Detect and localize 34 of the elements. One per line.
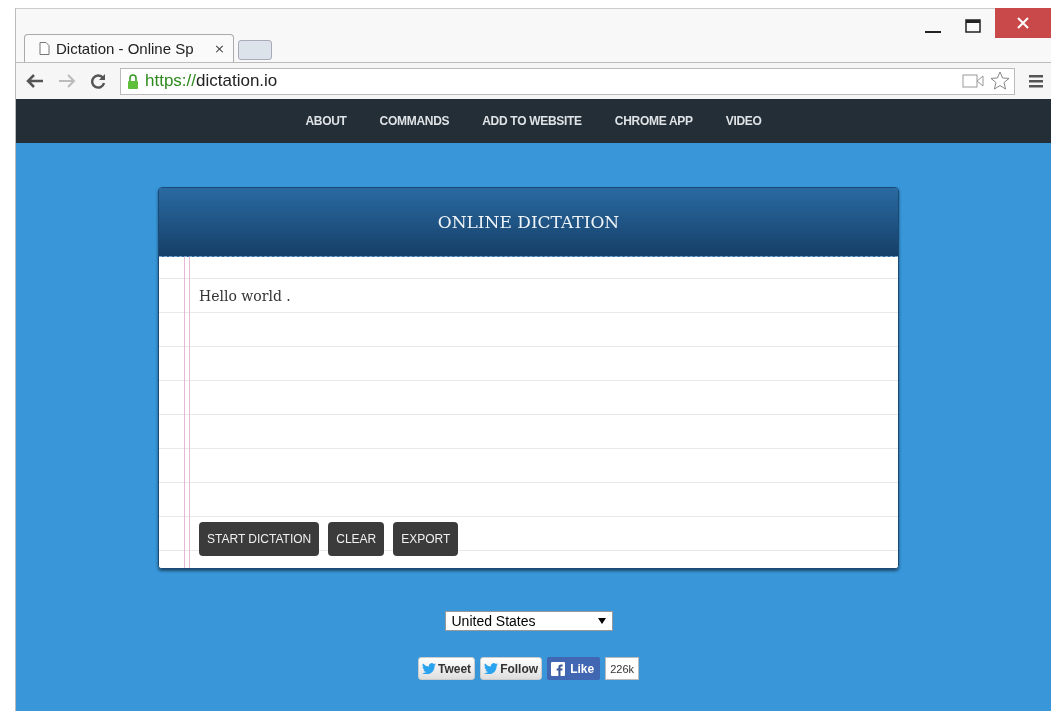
- tab-title: Dictation - Online Sp: [56, 40, 195, 57]
- language-select[interactable]: United States: [444, 611, 613, 631]
- url-text: https://dictation.io: [145, 71, 278, 91]
- facebook-icon: [551, 661, 566, 676]
- close-button[interactable]: [995, 8, 1051, 38]
- star-icon[interactable]: [990, 71, 1010, 91]
- like-button[interactable]: Like: [547, 657, 601, 680]
- nav-link[interactable]: ABOUT: [305, 114, 347, 128]
- like-count: 226k: [605, 657, 639, 680]
- nav-link[interactable]: COMMANDS: [379, 114, 450, 128]
- follow-button[interactable]: Follow: [480, 657, 543, 680]
- tweet-button[interactable]: Tweet: [418, 657, 476, 680]
- action-button[interactable]: START DICTATION: [199, 522, 320, 556]
- nav-link[interactable]: CHROME APP: [614, 114, 693, 128]
- caret-icon: [597, 618, 606, 624]
- browser-tab[interactable]: Dictation - Online Sp ×: [24, 34, 234, 62]
- back-icon[interactable]: [26, 74, 44, 88]
- action-button[interactable]: EXPORT: [393, 522, 459, 556]
- tab-close-button[interactable]: ×: [214, 41, 225, 56]
- menu-icon[interactable]: [1029, 74, 1043, 88]
- close-icon: [1017, 17, 1029, 29]
- dictation-text: Hello world .: [199, 288, 291, 304]
- nav-link[interactable]: ADD TO WEBSITE: [482, 114, 582, 128]
- address-bar[interactable]: https://dictation.io: [120, 67, 1015, 95]
- nav-link[interactable]: VIDEO: [725, 114, 762, 128]
- note-paper[interactable]: Hello world . START DICTATION CLEAR EXPORT: [159, 257, 898, 568]
- maximize-icon[interactable]: [965, 19, 981, 33]
- bird-icon: [484, 663, 499, 674]
- card-title: ONLINE DICTATION: [437, 212, 620, 232]
- action-button[interactable]: CLEAR: [328, 522, 385, 556]
- bird-icon: [422, 663, 436, 674]
- reload-icon[interactable]: [90, 73, 106, 89]
- lock-icon: [127, 73, 139, 89]
- page-icon: [39, 42, 50, 55]
